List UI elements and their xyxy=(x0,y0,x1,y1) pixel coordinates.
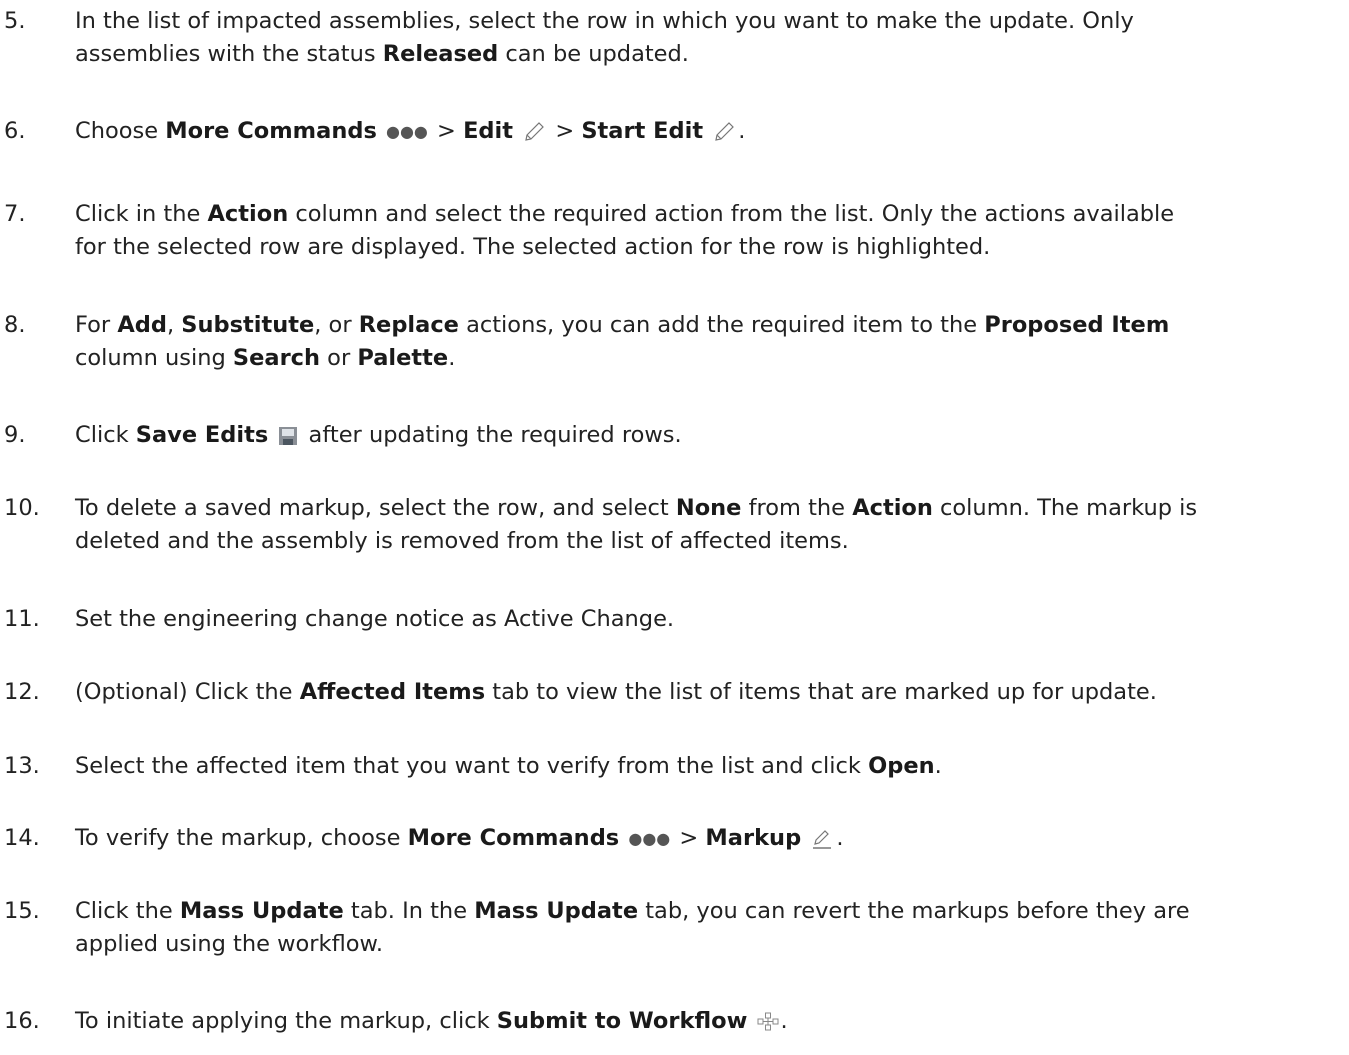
step-number: 14. xyxy=(4,825,40,851)
step-text: Set the engineering change notice as Act… xyxy=(75,606,675,632)
open-label: Open xyxy=(868,753,935,779)
markup-label: Markup xyxy=(705,825,802,851)
step-text: (Optional) Click the Affected Items tab … xyxy=(75,679,1157,705)
step-text: Click the Mass Update tab. In the Mass U… xyxy=(75,898,1190,957)
step-number: 8. xyxy=(4,312,26,338)
save-icon xyxy=(279,426,298,445)
action-column-label: Action xyxy=(207,201,289,227)
step-number: 12. xyxy=(4,679,40,705)
step-text: To verify the markup, choose More Comman… xyxy=(75,822,1340,855)
step-text: Click in the Action column and select th… xyxy=(75,201,1175,260)
step-number: 7. xyxy=(4,201,26,227)
more-commands-label: More Commands xyxy=(407,825,620,851)
step-number: 6. xyxy=(4,118,26,144)
step-text: In the list of impacted assemblies, sele… xyxy=(75,8,1134,67)
step-number: 10. xyxy=(4,495,40,521)
step-number: 11. xyxy=(4,606,40,632)
more-commands-icon: ●●● xyxy=(386,122,428,141)
step-text: Click Save Edits after updating the requ… xyxy=(75,422,682,448)
pencil-icon xyxy=(525,121,545,141)
procedure-document: 5. In the list of impacted assemblies, s… xyxy=(0,0,1349,1055)
edit-label: Edit xyxy=(463,118,514,144)
more-commands-icon: ●●● xyxy=(628,829,671,848)
markup-icon xyxy=(813,829,832,849)
pencil-icon xyxy=(715,121,735,141)
step-number: 13. xyxy=(4,753,40,779)
save-edits-label: Save Edits xyxy=(135,422,269,448)
step-text: For Add, Substitute, or Replace actions,… xyxy=(75,312,1170,371)
affected-items-label: Affected Items xyxy=(299,679,486,705)
step-text: Choose More Commands ●●● > Edit > Start … xyxy=(75,115,1340,148)
status-released: Released xyxy=(382,41,499,67)
start-edit-label: Start Edit xyxy=(581,118,704,144)
step-number: 16. xyxy=(4,1008,40,1034)
workflow-icon xyxy=(757,1012,779,1030)
more-commands-label: More Commands xyxy=(165,118,377,144)
step-number: 5. xyxy=(4,8,26,34)
step-text: To initiate applying the markup, click S… xyxy=(75,1008,788,1034)
step-number: 9. xyxy=(4,422,26,448)
step-number: 15. xyxy=(4,898,40,924)
step-text: To delete a saved markup, select the row… xyxy=(75,495,1198,554)
step-text: Select the affected item that you want t… xyxy=(75,753,942,779)
submit-to-workflow-label: Submit to Workflow xyxy=(496,1008,748,1034)
